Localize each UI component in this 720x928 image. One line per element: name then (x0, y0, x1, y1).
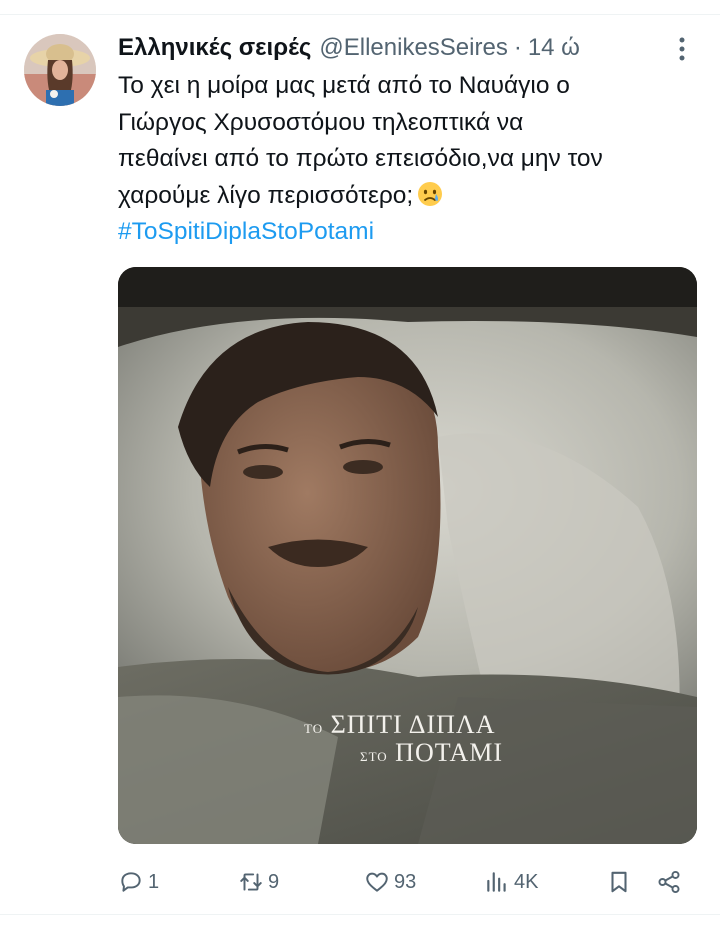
tweet-text-line: Το χει η μοίρα μας μετά από το Ναυάγιο ο (118, 72, 570, 99)
retweet-button[interactable]: 9 (238, 862, 279, 902)
more-icon[interactable] (672, 36, 692, 62)
show-logo-large-word: ΣΠΙΤΙ ΔΙΠΛΑ (330, 710, 496, 739)
show-logo-line2: ΣΤΟ ΠΟΤΑΜΙ (304, 740, 514, 766)
show-logo-large-word: ΠΟΤΑΜΙ (395, 738, 504, 767)
like-icon (366, 872, 388, 892)
show-logo-line1: ΤΟ ΣΠΙΤΙ ΔΙΠΛΑ (304, 712, 514, 738)
bottom-divider (0, 914, 720, 915)
retweet-icon (240, 873, 262, 891)
top-divider (0, 14, 720, 15)
tweet-timestamp[interactable]: 14 ώ (528, 34, 580, 62)
reply-count: 1 (148, 870, 160, 893)
bookmark-icon (611, 871, 627, 893)
separator-dot: · (513, 34, 522, 61)
crying-face-emoji (417, 181, 443, 207)
show-logo-small-word: ΤΟ (304, 721, 324, 736)
tweet-text-segment: χαρούμε λίγο περισσότερο; (118, 181, 414, 209)
tweet-text-line: πεθαίνει από το πρώτο επεισόδιο,να μην τ… (118, 145, 603, 173)
reply-icon (121, 872, 141, 892)
hashtag-link[interactable]: #ToSpitiDiplaStoPotami (118, 214, 698, 251)
views-icon (487, 872, 506, 892)
reply-button[interactable]: 1 (118, 862, 159, 902)
author-avatar[interactable] (24, 34, 96, 106)
share-button[interactable] (656, 862, 682, 902)
tweet-text: Το χει η μοίρα μας μετά από το Ναυάγιο ο… (118, 68, 698, 251)
bookmark-button[interactable] (606, 862, 632, 902)
tweet-text-line-last: χαρούμε λίγο περισσότερο; (118, 178, 698, 215)
like-button[interactable]: 93 (364, 862, 416, 902)
like-count: 93 (394, 870, 417, 893)
tweet-media-image[interactable]: ΤΟ ΣΠΙΤΙ ΔΙΠΛΑ ΣΤΟ ΠΟΤΑΜΙ (118, 267, 697, 844)
show-logo-small-word: ΣΤΟ (360, 749, 388, 764)
author-handle[interactable]: @EllenikesSeires (319, 34, 507, 62)
share-icon (658, 870, 680, 894)
views-count: 4K (514, 870, 539, 893)
tweet-actions: 1 9 93 4K (0, 862, 720, 902)
retweet-count: 9 (268, 870, 280, 893)
tweet-header: Ελληνικές σειρές @EllenikesSeires · 14 ώ (118, 31, 580, 65)
views-button[interactable]: 4K (484, 862, 538, 902)
show-logo: ΤΟ ΣΠΙΤΙ ΔΙΠΛΑ ΣΤΟ ΠΟΤΑΜΙ (304, 712, 514, 766)
author-display-name[interactable]: Ελληνικές σειρές (118, 34, 311, 62)
tweet-text-line: Γιώργος Χρυσοστόμου τηλεοπτικά να (118, 108, 524, 136)
